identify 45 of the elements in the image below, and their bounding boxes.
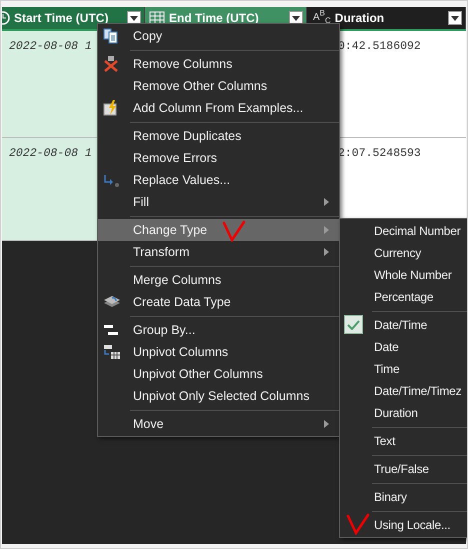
group-by-icon	[103, 322, 119, 338]
column-title: Duration	[334, 11, 386, 25]
menu-item[interactable]: Unpivot Other Columns	[98, 363, 339, 385]
caret-icon	[451, 16, 459, 20]
data-type-icon	[103, 294, 121, 310]
column-title: End Time (UTC)	[169, 11, 260, 25]
caret-icon	[292, 16, 300, 20]
menu-item[interactable]: Decimal Number	[340, 220, 467, 242]
lightning-table-icon	[103, 100, 119, 116]
menu-item[interactable]: Whole Number	[340, 264, 467, 286]
menu-item[interactable]: Group By...	[98, 319, 339, 341]
menu-item[interactable]: Date/Time/Timez	[340, 380, 467, 402]
replace-values-icon	[103, 172, 121, 188]
unpivot-icon	[103, 344, 121, 360]
menu-item[interactable]: Move	[98, 413, 339, 435]
menu-item[interactable]: Merge Columns	[98, 269, 339, 291]
menu-item[interactable]: Time	[340, 358, 467, 380]
menu-item[interactable]: Change Type	[98, 219, 339, 241]
submenu-arrow-icon	[324, 420, 329, 428]
menu-item[interactable]: Create Data Type	[98, 291, 339, 313]
submenu-arrow-icon	[324, 198, 329, 206]
column-header[interactable]: Start Time (UTC)	[2, 7, 145, 29]
copy-icon	[103, 28, 119, 44]
menu-item[interactable]: Text	[340, 430, 467, 452]
filter-dropdown-button[interactable]	[448, 11, 462, 25]
menu-item[interactable]: Currency	[340, 242, 467, 264]
calendar-table-icon	[149, 11, 165, 25]
menu-item[interactable]: Date/Time	[340, 314, 467, 336]
hand-drawn-check-icon	[346, 513, 370, 535]
submenu-arrow-icon	[324, 248, 329, 256]
caret-icon	[130, 16, 138, 20]
remove-column-icon	[103, 56, 119, 72]
menu-item[interactable]: Percentage	[340, 286, 467, 308]
column-title: Start Time (UTC)	[14, 11, 110, 25]
hand-drawn-check-icon	[222, 220, 246, 242]
menu-item[interactable]: True/False	[340, 458, 467, 480]
column-header[interactable]: A$^{B}$$_{C}$ Duration	[307, 7, 466, 29]
submenu-arrow-icon	[324, 226, 329, 234]
menu-item[interactable]: Binary	[340, 486, 467, 508]
menu-item[interactable]: Duration	[340, 402, 467, 424]
menu-item[interactable]: Unpivot Only Selected Columns	[98, 385, 339, 407]
menu-item[interactable]: Using Locale...	[340, 514, 467, 536]
menu-item[interactable]: Transform	[98, 241, 339, 263]
menu-item[interactable]: Date	[340, 336, 467, 358]
menu-item[interactable]: Unpivot Columns	[98, 341, 339, 363]
